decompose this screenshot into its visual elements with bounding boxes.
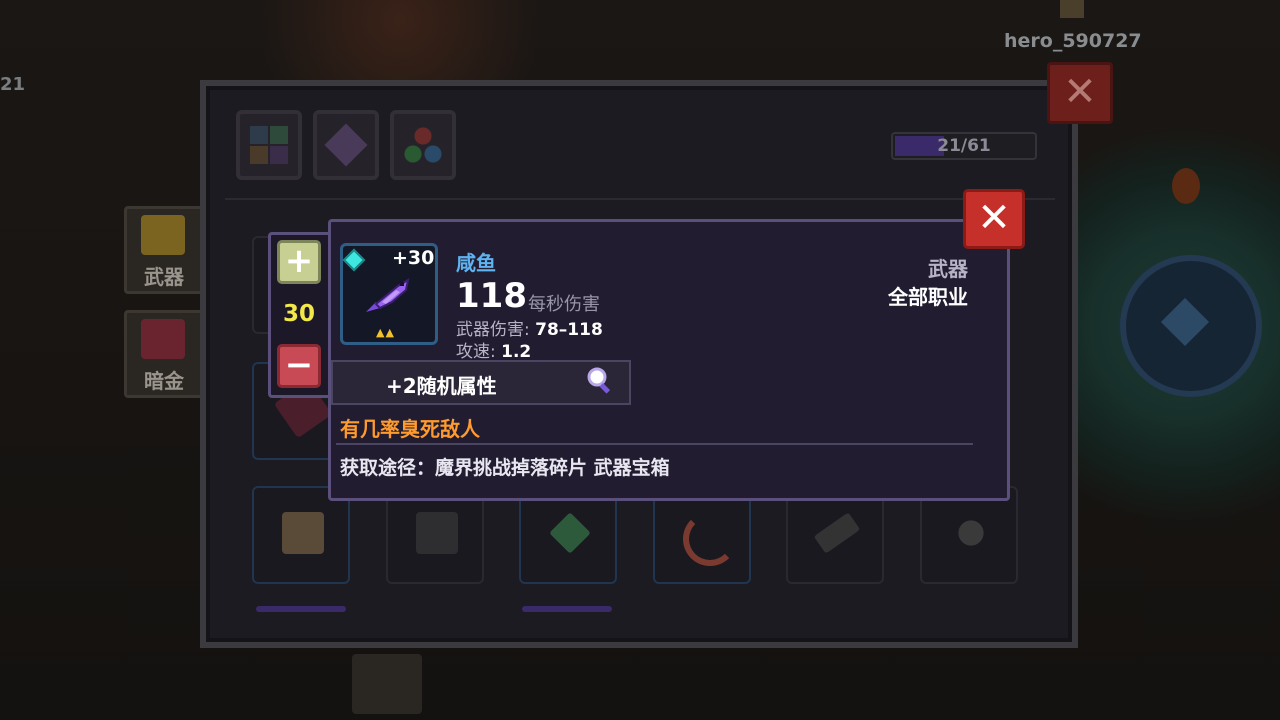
dps-label: 每秒伤害 <box>528 294 600 315</box>
gun-icon <box>416 512 458 554</box>
category-gem-button[interactable] <box>313 110 379 180</box>
player-name: hero_590727 <box>1004 30 1142 52</box>
player-character <box>352 654 422 714</box>
item-class: 全部职业 <box>888 285 968 309</box>
rifle-icon <box>813 512 861 554</box>
tab-weapons[interactable]: 武器 <box>124 206 210 294</box>
magnifier-icon[interactable] <box>586 366 616 396</box>
gem-icon <box>324 123 368 167</box>
attack-speed-label: 攻速: <box>456 342 496 362</box>
hud-number: 21 <box>0 74 26 95</box>
darkgold-tab-icon <box>141 319 185 359</box>
mace-icon <box>958 520 984 546</box>
weapon-tab-icon <box>141 215 185 255</box>
attack-speed-stat: 攻速: 1.2 <box>456 337 531 362</box>
category-orbs-button[interactable] <box>390 110 456 180</box>
quantity-minus-button[interactable]: − <box>277 344 321 388</box>
random-affix-label: +2随机属性 <box>386 374 497 398</box>
tab-darkgold[interactable]: 暗金 <box>124 310 210 398</box>
npc-sprite <box>1060 0 1084 18</box>
slot-edge <box>256 606 346 612</box>
quantity-value: 30 <box>282 301 315 327</box>
tab-darkgold-label: 暗金 <box>144 369 184 393</box>
panel-close-button[interactable]: ✕ <box>1047 62 1113 124</box>
item-stars: ▲▲ <box>376 326 395 339</box>
salted-fish-icon <box>366 277 410 312</box>
attack-speed-value: 1.2 <box>501 342 532 362</box>
item-name: 咸鱼 <box>456 251 496 275</box>
panel-divider <box>225 198 1055 200</box>
dps-value: 118 <box>456 276 527 316</box>
tooltip-divider <box>336 443 973 445</box>
slot-edge <box>522 606 612 612</box>
block-icon <box>282 512 324 554</box>
item-source: 获取途径：魔界挑战掉落碎片 武器宝箱 <box>340 457 670 479</box>
category-all-button[interactable] <box>236 110 302 180</box>
inventory-capacity: 21/61 <box>891 132 1037 160</box>
weapon-damage-value: 78–118 <box>535 320 603 340</box>
dagger-icon <box>549 512 591 554</box>
boomerang-icon <box>683 512 737 566</box>
passive-effect: 有几率臭死敌人 <box>340 417 480 441</box>
grid-icon <box>250 126 288 164</box>
capacity-text: 21/61 <box>937 136 991 156</box>
item-level: +30 <box>392 247 435 269</box>
quantity-plus-button[interactable]: + <box>277 240 321 284</box>
item-type: 武器 <box>928 257 968 281</box>
orbs-icon <box>404 126 442 164</box>
tooltip-close-button[interactable]: ✕ <box>963 189 1025 249</box>
tab-weapons-label: 武器 <box>144 265 184 289</box>
torch-sprite <box>1172 168 1200 204</box>
